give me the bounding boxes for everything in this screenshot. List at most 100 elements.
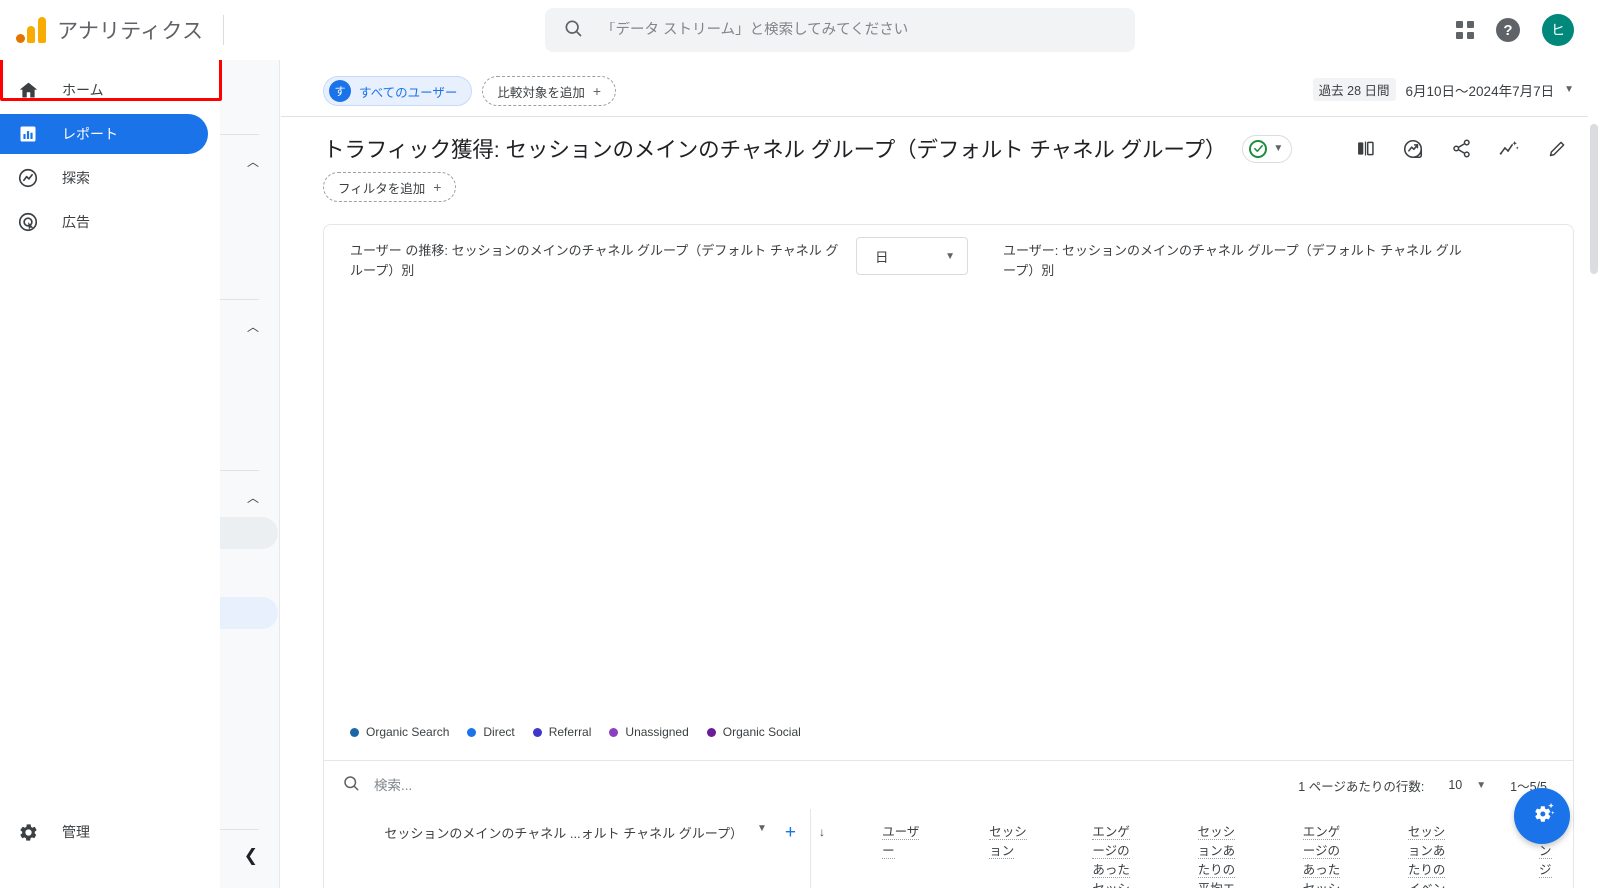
legend-color-dot	[467, 727, 477, 737]
page-title: トラフィック獲得: セッションのメインのチャネル グループ（デフォルト チャネル…	[323, 138, 1227, 162]
metric-header-label: エンゲージのあったセッション数（1 ユーザーあたり）	[1302, 825, 1351, 888]
chevron-up-icon: ︿	[246, 154, 259, 169]
insights-icon[interactable]	[1402, 138, 1424, 160]
gear-icon	[16, 820, 40, 844]
sidebar-item-label: 管理	[62, 824, 90, 840]
gear-sparkle-icon	[1527, 799, 1557, 834]
chart-legend: Organic Search Direct Referral Unassigned Or…	[350, 725, 801, 739]
brand[interactable]: アナリティクス	[0, 0, 224, 60]
sidebar-item-admin[interactable]: 管理	[0, 812, 208, 852]
table-search-input[interactable]	[374, 777, 654, 793]
chevron-up-icon: ︿	[246, 319, 259, 334]
chart-left-header: ユーザー の推移: セッションのメインのチャネル グループ（デフォルト チャネル…	[324, 237, 979, 280]
chevron-down-icon: ▼	[1273, 143, 1284, 154]
metric-header-label: セッションあたりのイベント数	[1407, 825, 1446, 888]
chevron-down-icon: ▼	[1564, 84, 1574, 95]
sidebar-item-reports[interactable]: レポート	[0, 114, 208, 154]
chart-left-title: ユーザー の推移: セッションのメインのチャネル グループ（デフォルト チャネル…	[350, 243, 839, 278]
page-actions	[1354, 138, 1574, 160]
legend-color-dot	[532, 727, 542, 737]
plus-icon: +	[433, 179, 442, 195]
scrollbar-thumb[interactable]	[1590, 124, 1598, 274]
app-root: アナリティクス ? ヒ ト ︿	[0, 0, 1600, 888]
assistant-fab[interactable]	[1514, 788, 1570, 844]
rows-per-page-select[interactable]: 10 ▼	[1448, 778, 1486, 792]
granularity-value: 日	[875, 250, 889, 265]
metric-header-cell[interactable]: エンゲージのあったセッション数（1 ユーザーあたり）	[1258, 809, 1363, 888]
arrow-down-icon: ↓	[819, 825, 825, 839]
add-filter-button[interactable]: フィルタを追加 +	[323, 172, 457, 202]
page-scrollbar[interactable]	[1588, 60, 1600, 888]
legend-label: Organic Search	[366, 725, 450, 739]
metric-header-label: セッションあたりの平均エンゲージメント時間	[1197, 825, 1236, 888]
legend-label: Unassigned	[625, 725, 689, 739]
metric-header-label: エンゲージのあったセッション数	[1092, 825, 1130, 888]
audience-chip-label: すべてのユーザー	[359, 85, 458, 100]
top-bar: アナリティクス ? ヒ	[0, 0, 1600, 60]
date-range-selector[interactable]: 過去 28 日間 6月10日〜2024年7月7日 ▼	[1312, 78, 1574, 101]
report-card: ユーザー の推移: セッションのメインのチャネル グループ（デフォルト チャネル…	[323, 224, 1574, 888]
trend-sparkle-icon[interactable]	[1498, 138, 1520, 160]
table-search[interactable]	[342, 774, 654, 797]
legend-color-dot	[706, 727, 716, 737]
granularity-select[interactable]: 日 ▼	[856, 237, 968, 275]
edit-pencil-icon[interactable]	[1546, 138, 1568, 160]
search-icon	[342, 774, 360, 797]
comparison-bar: す すべてのユーザー 比較対象を追加 + 過去 28 日間 6月10日〜2024…	[281, 60, 1600, 116]
legend-item[interactable]: Referral	[532, 725, 591, 739]
search-area	[224, 8, 1456, 52]
rows-per-page-label: 1 ページあたりの行数:	[1298, 779, 1425, 794]
bar-chart-icon	[16, 122, 40, 146]
add-comparison-label: 比較対象を追加	[497, 85, 585, 100]
metric-header-cells: ↓ ユーザー セッション エンゲージのあったセッション数 セッションあたりの平均エンゲー…	[811, 809, 1573, 888]
main-content: す すべてのユーザー 比較対象を追加 + 過去 28 日間 6月10日〜2024…	[281, 60, 1600, 888]
chevron-down-icon[interactable]: ▼	[757, 823, 767, 834]
legend-color-dot	[609, 727, 619, 737]
metric-header-cell[interactable]: セッション	[942, 809, 1047, 888]
legend-item[interactable]: Organic Search	[350, 725, 449, 739]
sidebar-item-label: 広告	[62, 214, 90, 230]
metric-header-cell[interactable]: ↓ ユーザー	[811, 809, 942, 888]
rows-per-page-value: 10	[1448, 778, 1463, 792]
global-search[interactable]	[545, 8, 1135, 52]
share-icon[interactable]	[1450, 138, 1472, 160]
apps-grid-icon[interactable]	[1456, 21, 1474, 39]
metric-header-cell[interactable]: セッションあたりのイベント数	[1363, 809, 1468, 888]
legend-label: Direct	[483, 725, 515, 739]
sidebar-item-label: 探索	[62, 170, 90, 186]
check-circle-icon	[1249, 139, 1268, 158]
search-icon	[563, 18, 583, 43]
chevron-down-icon: ▼	[1476, 779, 1487, 791]
avatar[interactable]: ヒ	[1542, 14, 1574, 46]
dimension-header-label: セッションのメインのチャネル ...ォルト チャネル グループ）	[384, 826, 743, 841]
add-comparison-button[interactable]: 比較対象を追加 +	[482, 76, 617, 106]
audience-badge: す	[329, 80, 351, 102]
chart-header: ユーザー の推移: セッションのメインのチャネル グループ（デフォルト チャネル…	[324, 225, 1573, 280]
date-range-badge: 過去 28 日間	[1312, 78, 1396, 101]
metric-header-label: ユーザー	[882, 825, 920, 859]
home-icon	[16, 78, 40, 102]
sidebar-item-advertising[interactable]: 広告	[0, 202, 208, 242]
metric-header-label: セッション	[989, 825, 1027, 859]
search-input[interactable]	[601, 22, 1117, 38]
compare-columns-icon[interactable]	[1354, 138, 1376, 160]
chevron-down-icon: ▼	[945, 250, 955, 262]
brand-title: アナリティクス	[57, 20, 204, 43]
add-dimension-button[interactable]: +	[785, 823, 796, 842]
ga-logo-icon	[16, 17, 46, 43]
metric-header-cell[interactable]: セッションあたりの平均エンゲージメント時間	[1152, 809, 1257, 888]
legend-item[interactable]: Unassigned	[609, 725, 689, 739]
date-range-value: 6月10日〜2024年7月7日	[1405, 83, 1555, 99]
top-bar-actions: ? ヒ	[1456, 14, 1600, 46]
metric-header-cell[interactable]: エンゲージのあったセッション数	[1047, 809, 1152, 888]
dimension-header-cell: セッションのメインのチャネル ...ォルト チャネル グループ） ▼ +	[324, 809, 811, 888]
table-toolbar: 1 ページあたりの行数: 10 ▼ 1〜5/5	[324, 761, 1573, 809]
status-badge[interactable]: ▼	[1242, 134, 1293, 163]
help-circle-icon[interactable]: ?	[1496, 18, 1520, 42]
audience-chip[interactable]: す すべてのユーザー	[323, 76, 473, 106]
legend-item[interactable]: Direct	[467, 725, 515, 739]
sidebar-item-home[interactable]: ホーム	[0, 70, 208, 110]
sidebar-item-explore[interactable]: 探索	[0, 158, 208, 198]
report-table: セッションのメインのチャネル ...ォルト チャネル グループ） ▼ + ↓ ユー…	[324, 809, 1573, 888]
legend-item[interactable]: Organic Social	[706, 725, 801, 739]
